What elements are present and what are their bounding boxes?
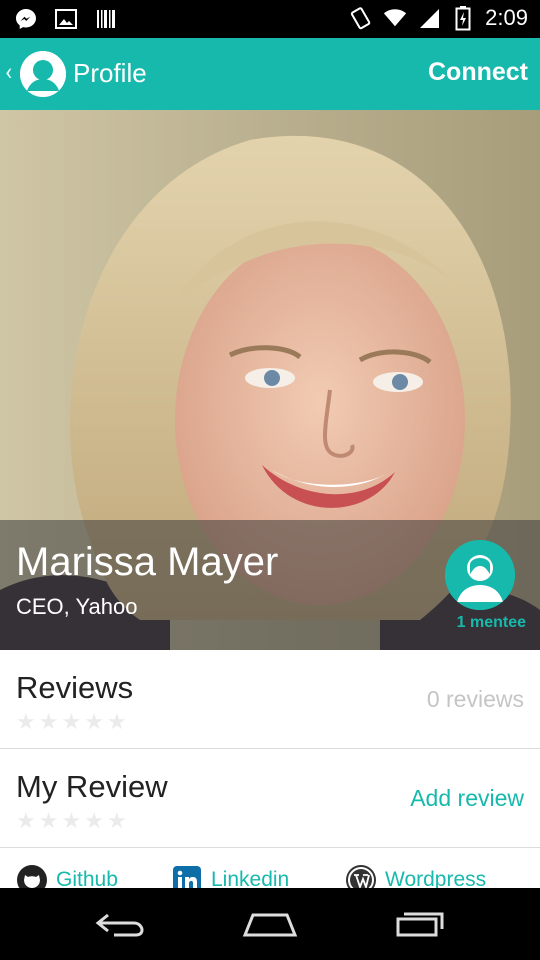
github-link[interactable]: Github	[16, 864, 118, 888]
add-review-button[interactable]: Add review	[410, 785, 524, 812]
recent-apps-button[interactable]	[390, 904, 450, 944]
star-icon[interactable]: ★	[61, 811, 81, 833]
social-links: Github Linkedin Wordpress	[0, 848, 540, 888]
navigation-bar	[0, 888, 540, 960]
status-bar: 2:09	[0, 0, 540, 38]
reviews-rating: ★ ★ ★ ★ ★	[16, 712, 127, 734]
linkedin-icon	[171, 864, 203, 888]
back-button[interactable]	[90, 904, 150, 944]
star-icon[interactable]: ★	[84, 811, 104, 833]
clock: 2:09	[485, 5, 528, 30]
star-icon: ★	[84, 710, 104, 735]
mentee-avatar-icon[interactable]	[445, 540, 515, 610]
github-icon	[16, 864, 48, 888]
signal-icon	[417, 6, 441, 30]
wordpress-link[interactable]: Wordpress	[345, 864, 486, 888]
my-review-section: My Review Add review ★ ★ ★ ★ ★	[0, 749, 540, 848]
barcode-icon	[94, 7, 118, 31]
wifi-icon	[383, 6, 407, 30]
my-review-rating[interactable]: ★ ★ ★ ★ ★	[16, 811, 127, 833]
app-bar: ‹ Profile Connect	[0, 38, 540, 110]
wordpress-icon	[345, 864, 377, 888]
app-logo[interactable]	[20, 51, 66, 97]
github-label: Github	[56, 868, 118, 888]
back-arrow-icon	[95, 913, 144, 937]
my-review-label: My Review	[16, 769, 168, 804]
vibrate-icon	[349, 6, 373, 30]
reviews-section: Reviews 0 reviews ★ ★ ★ ★ ★	[0, 650, 540, 749]
battery-icon	[451, 6, 475, 31]
linkedin-label: Linkedin	[211, 868, 290, 888]
messenger-icon	[14, 7, 38, 31]
reviews-label: Reviews	[16, 670, 134, 705]
back-chevron-icon[interactable]: ‹	[5, 58, 12, 86]
image-icon	[54, 7, 78, 31]
star-icon[interactable]: ★	[16, 811, 36, 833]
recent-apps-icon	[396, 912, 444, 937]
home-button[interactable]	[240, 904, 300, 944]
star-icon: ★	[38, 710, 59, 735]
profile-name: Marissa Mayer	[16, 540, 279, 584]
system-icons: 2:09	[349, 5, 528, 31]
profile-position: CEO, Yahoo	[16, 594, 138, 619]
page-title: Profile	[73, 58, 147, 88]
wordpress-label: Wordpress	[385, 868, 487, 888]
notification-icons	[14, 7, 118, 31]
star-icon[interactable]: ★	[107, 811, 127, 833]
linkedin-link[interactable]: Linkedin	[171, 864, 289, 888]
mentee-count[interactable]: 1 mentee	[457, 614, 526, 632]
home-icon	[242, 913, 298, 937]
star-icon[interactable]: ★	[39, 811, 59, 833]
connect-button[interactable]: Connect	[428, 58, 528, 87]
reviews-count: 0 reviews	[426, 686, 524, 712]
star-icon: ★	[61, 710, 82, 735]
star-icon: ★	[106, 710, 127, 735]
star-icon: ★	[16, 710, 36, 735]
